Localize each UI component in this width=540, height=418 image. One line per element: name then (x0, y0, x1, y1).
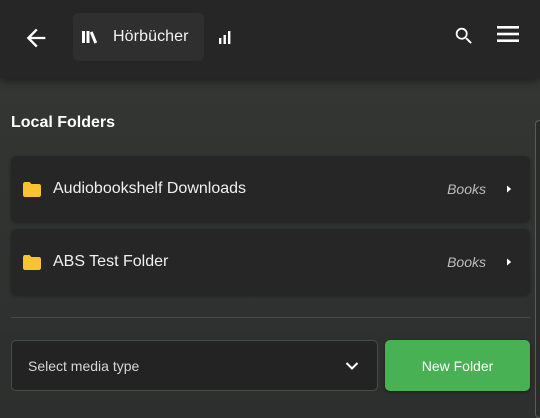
scrollbar[interactable] (535, 120, 540, 418)
folder-name: ABS Test Folder (53, 253, 169, 270)
folder-media-type: Books (447, 181, 486, 197)
app-root: Hörbücher Local Folders Audiobookshelf D… (0, 0, 540, 418)
bar-chart-icon (219, 31, 231, 44)
folder-item[interactable]: Audiobookshelf Downloads Books (11, 156, 530, 222)
section-title: Local Folders (11, 114, 116, 131)
top-app-bar: Hörbücher (0, 0, 540, 78)
back-button[interactable] (22, 24, 50, 52)
new-folder-button[interactable]: New Folder (385, 340, 530, 391)
menu-button[interactable] (496, 25, 520, 43)
search-icon (455, 27, 472, 44)
library-name: Hörbücher (113, 28, 189, 45)
search-button[interactable] (453, 25, 475, 47)
library-selector[interactable]: Hörbücher (73, 13, 204, 61)
chevron-right-icon (504, 184, 514, 194)
folder-item[interactable]: ABS Test Folder Books (11, 229, 530, 295)
stats-button[interactable] (217, 29, 233, 45)
divider (11, 317, 530, 318)
media-type-select[interactable]: Select media type (11, 340, 378, 391)
hamburger-menu-icon (497, 26, 519, 42)
folder-icon (23, 181, 41, 197)
folder-name: Audiobookshelf Downloads (53, 180, 247, 197)
folder-media-type: Books (447, 254, 486, 270)
chevron-down-icon (345, 361, 359, 371)
media-type-placeholder: Select media type (28, 357, 140, 374)
library-books-icon (81, 29, 101, 45)
arrow-left-icon (26, 28, 46, 48)
folder-icon (23, 254, 41, 270)
chevron-right-icon (504, 257, 514, 267)
